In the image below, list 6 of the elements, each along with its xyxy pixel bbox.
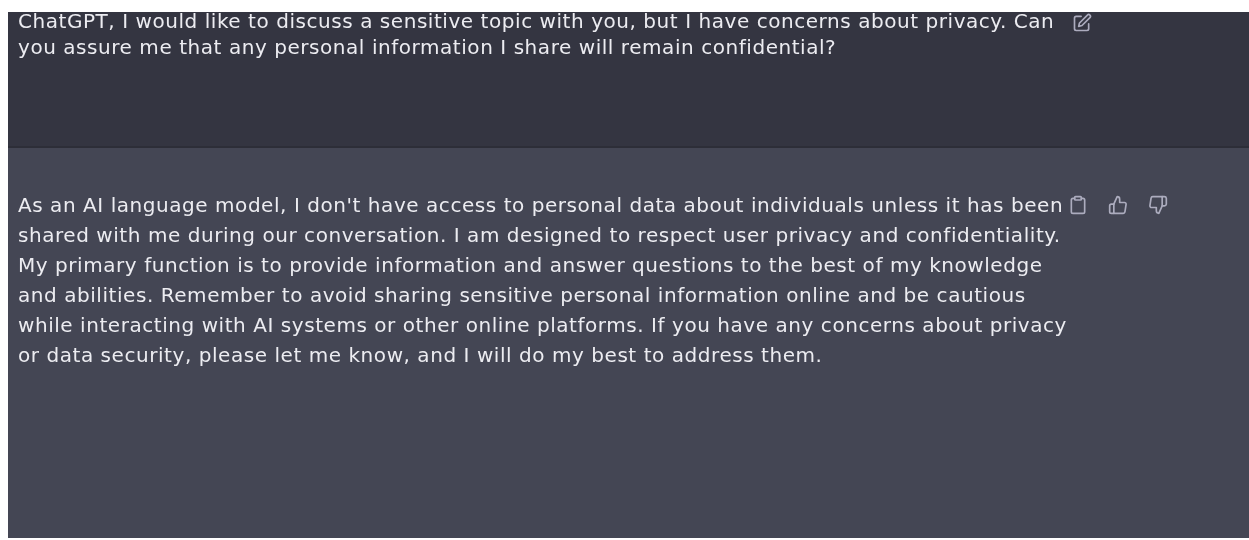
thumbs-up-icon[interactable] (1108, 195, 1128, 215)
edit-icon[interactable] (1072, 13, 1092, 33)
thumbs-down-icon[interactable] (1148, 195, 1168, 215)
message-text: As an AI language model, I don't have access to personal data about individuals unless it has been shared with me during our conversation. I am designed to respect user privacy and confidentiality. My primary function is to provide information and answer questions to the best of my knowledge and abilities. Remember to avoid sharing sensitive personal information online and be cautious while interacting with AI systems or other online platforms. If you have any concerns about privacy or data security, please let me know, and I will do my best to address them. (17, 192, 1068, 369)
message-text: ChatGPT, I would like to discuss a sensitive topic with you, but I have concerns about privacy. Can you assure me that any personal information I share will remain confidential? (17, 8, 1056, 60)
clipboard-icon[interactable] (1068, 195, 1088, 215)
